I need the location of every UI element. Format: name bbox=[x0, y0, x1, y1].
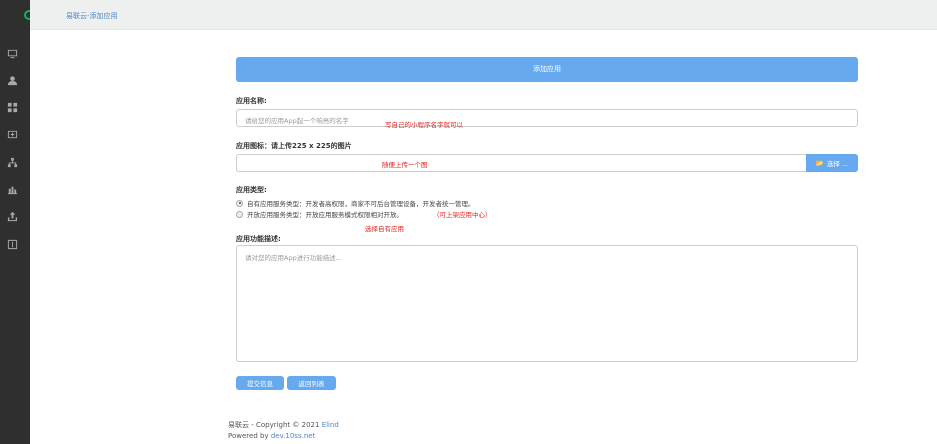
app-type-option-label: 开放应用服务类型：开放应用服务模式权限相对开放。 bbox=[247, 211, 403, 219]
app-icon-file-input[interactable]: 📂 选择 ... bbox=[236, 154, 858, 172]
company-link[interactable]: Elind bbox=[322, 421, 339, 429]
panel-icon[interactable] bbox=[6, 238, 18, 250]
app-type-label: 应用类型: bbox=[236, 186, 267, 194]
powered-text: Powered by bbox=[228, 432, 269, 440]
app-name-note: 写自己的小程序名字就可以 bbox=[385, 121, 463, 129]
header: 易联云-添加应用 bbox=[30, 0, 937, 30]
choose-file-label: 选择 ... bbox=[826, 160, 849, 168]
sitemap-icon[interactable] bbox=[6, 156, 18, 168]
app-type-option-own[interactable]: 自有应用服务类型：开发者高权限，商家不可后台管理设备，开发者统一管理。 bbox=[236, 198, 475, 208]
powered-link[interactable]: dev.10ss.net bbox=[271, 432, 316, 440]
sidebar bbox=[0, 0, 34, 444]
form-title: 添加应用 bbox=[236, 57, 858, 82]
footer-powered: Powered by dev.10ss.net bbox=[228, 432, 315, 440]
app-name-label: 应用名称: bbox=[236, 97, 267, 105]
app-type-option-label: 自有应用服务类型：开发者高权限，商家不可后台管理设备，开发者统一管理。 bbox=[247, 200, 475, 208]
breadcrumb[interactable]: 易联云-添加应用 bbox=[66, 11, 118, 21]
folder-icon: 📂 bbox=[815, 159, 824, 167]
app-icon-note: 随便上传一个图 bbox=[382, 161, 428, 169]
monitor-icon[interactable] bbox=[6, 47, 18, 59]
grid-icon[interactable] bbox=[6, 101, 18, 113]
app-type-option2-note: （可上架应用中心） bbox=[433, 211, 492, 219]
app-desc-textarea[interactable]: 请对您的应用App进行功能描述... bbox=[236, 245, 858, 362]
radio-unchecked[interactable] bbox=[236, 210, 243, 218]
choose-file-button[interactable]: 📂 选择 ... bbox=[806, 154, 858, 172]
app-type-note: 选择自有应用 bbox=[365, 225, 404, 233]
submit-button[interactable]: 提交信息 bbox=[236, 376, 284, 390]
app-name-placeholder: 请给您的应用App起一个响亮的名字 bbox=[245, 117, 349, 125]
back-to-list-button[interactable]: 返回列表 bbox=[287, 376, 336, 390]
upload-icon[interactable] bbox=[6, 210, 18, 222]
footer-copyright: 易联云 - Copyright © 2021 Elind bbox=[228, 420, 339, 430]
app-type-option-open[interactable]: 开放应用服务类型：开放应用服务模式权限相对开放。 bbox=[236, 209, 403, 219]
add-screen-icon[interactable] bbox=[6, 128, 18, 140]
user-icon[interactable] bbox=[6, 74, 18, 86]
bar-chart-icon[interactable] bbox=[6, 183, 18, 195]
app-desc-placeholder: 请对您的应用App进行功能描述... bbox=[245, 254, 342, 262]
app-desc-label: 应用功能描述: bbox=[236, 235, 281, 243]
copyright-text: 易联云 - Copyright © 2021 bbox=[228, 421, 320, 429]
app-name-input[interactable]: 请给您的应用App起一个响亮的名字 bbox=[236, 109, 858, 127]
app-icon-label: 应用图标：请上传225 x 225的图片 bbox=[236, 142, 352, 150]
radio-checked[interactable] bbox=[236, 199, 243, 207]
